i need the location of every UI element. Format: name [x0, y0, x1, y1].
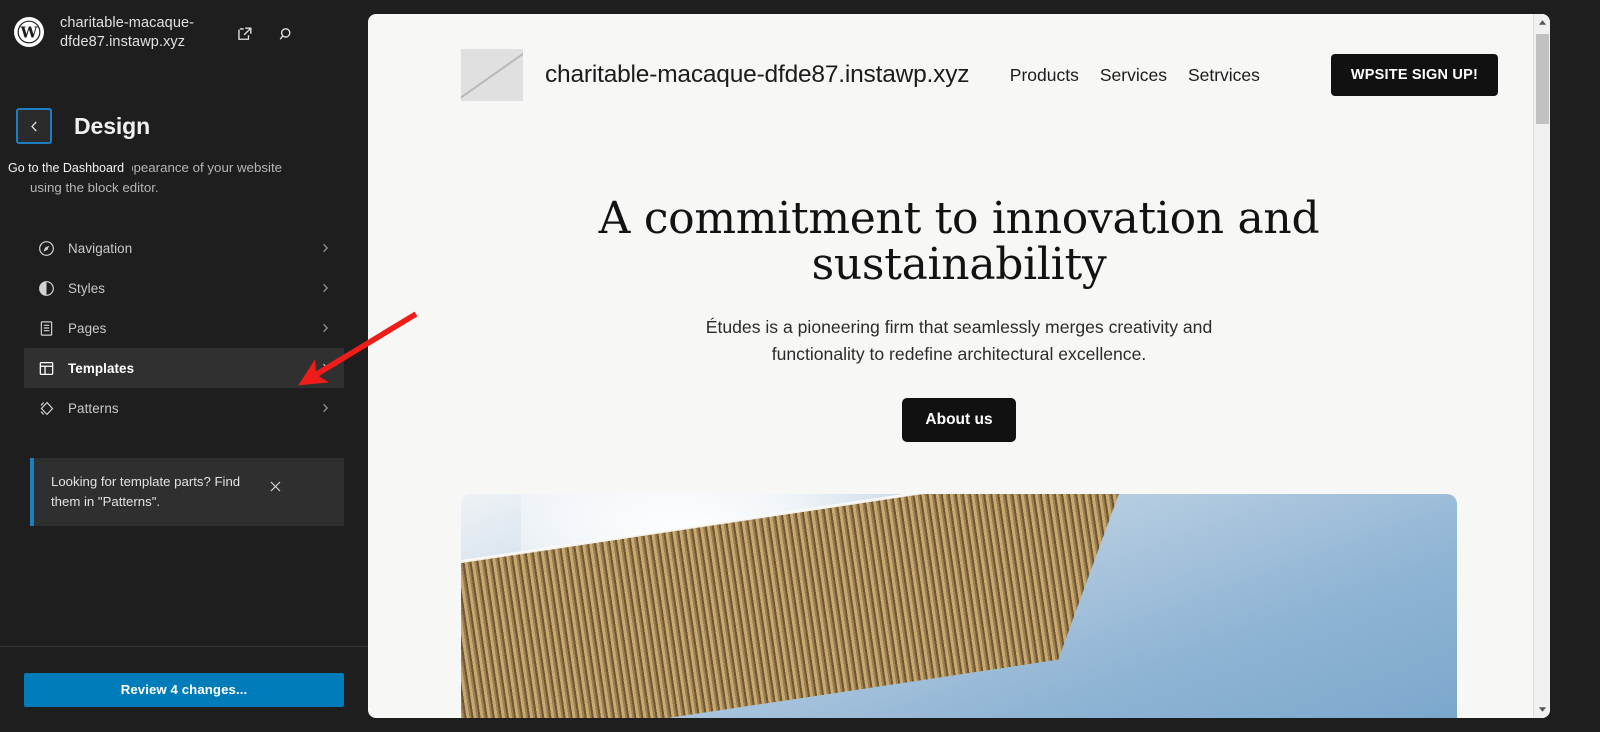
- preview-nav: Products Services Setrvices WPSITE SIGN …: [1010, 54, 1498, 96]
- hero-section: A commitment to innovation and sustainab…: [368, 106, 1550, 442]
- hero-image: [461, 493, 1457, 718]
- sidebar-item-label: Styles: [68, 280, 106, 296]
- go-to-dashboard-button[interactable]: [16, 108, 52, 144]
- page-title: Design: [74, 112, 151, 139]
- preview-site-header: charitable-macaque-dfde87.instawp.xyz Pr…: [368, 14, 1550, 106]
- hero-heading: A commitment to innovation and sustainab…: [598, 193, 1320, 290]
- svg-text:W: W: [19, 23, 38, 41]
- nav-link-services[interactable]: Services: [1100, 65, 1167, 86]
- review-changes-button[interactable]: Review 4 changes...: [24, 672, 344, 707]
- templates-layout-icon: [34, 356, 58, 380]
- template-parts-notice: Looking for template parts? Find them in…: [30, 458, 344, 526]
- sidebar-header: W charitable-macaque-dfde87.instawp.xyz: [0, 0, 368, 72]
- sidebar-item-label: Templates: [68, 360, 135, 376]
- sidebar-item-label: Navigation: [68, 240, 133, 256]
- sidebar-site-title: charitable-macaque-dfde87.instawp.xyz: [60, 15, 195, 50]
- patterns-diamond-icon: [34, 396, 58, 420]
- sidebar-footer: Review 4 changes...: [0, 646, 368, 732]
- sidebar-title-row: Design Go to the Dashboard: [0, 108, 368, 183]
- preview-site-name: charitable-macaque-dfde87.instawp.xyz: [545, 61, 970, 88]
- broken-image-placeholder-icon: [461, 49, 523, 101]
- sidebar-item-label: Patterns: [68, 400, 119, 416]
- chevron-right-icon: [318, 401, 332, 415]
- wordpress-logo-icon[interactable]: W: [14, 17, 44, 47]
- chevron-right-icon: [318, 321, 332, 335]
- pages-document-icon: [34, 316, 58, 340]
- navigation-compass-icon: [34, 236, 58, 260]
- about-us-button[interactable]: About us: [902, 397, 1016, 442]
- site-preview-canvas[interactable]: charitable-macaque-dfde87.instawp.xyz Pr…: [368, 14, 1550, 718]
- editor-sidebar: W charitable-macaque-dfde87.instawp.xyz: [0, 0, 368, 732]
- sidebar-header-actions: [230, 20, 300, 48]
- chevron-right-icon: [318, 281, 332, 295]
- nav-link-products[interactable]: Products: [1010, 65, 1079, 86]
- sidebar-item-templates[interactable]: Templates: [24, 348, 344, 388]
- notice-text: Looking for template parts? Find them in…: [51, 474, 241, 509]
- chevron-right-icon: [318, 241, 332, 255]
- scroll-up-arrow-icon[interactable]: [1534, 14, 1550, 31]
- close-icon[interactable]: [261, 472, 289, 500]
- dashboard-tooltip: Go to the Dashboard: [0, 155, 133, 183]
- canvas-scrollbar[interactable]: [1533, 14, 1550, 718]
- scrollbar-thumb[interactable]: [1536, 34, 1549, 124]
- wordpress-site-editor: W charitable-macaque-dfde87.instawp.xyz: [0, 0, 1600, 732]
- nav-link-setrvices[interactable]: Setrvices: [1188, 65, 1260, 86]
- hero-paragraph: Études is a pioneering firm that seamles…: [705, 316, 1213, 364]
- sidebar-item-pages[interactable]: Pages: [24, 308, 344, 348]
- sidebar-item-label: Pages: [68, 320, 107, 336]
- sidebar-item-patterns[interactable]: Patterns: [24, 388, 344, 428]
- external-link-icon[interactable]: [230, 20, 258, 48]
- sidebar-item-styles[interactable]: Styles: [24, 268, 344, 308]
- sidebar-item-navigation[interactable]: Navigation: [24, 228, 344, 268]
- scroll-down-arrow-icon[interactable]: [1534, 701, 1550, 718]
- sidebar-nav: Navigation Styles Pages Templates Patter…: [0, 228, 368, 428]
- signup-button[interactable]: WPSITE SIGN UP!: [1330, 54, 1498, 96]
- styles-contrast-icon: [34, 276, 58, 300]
- chevron-right-icon: [318, 361, 332, 375]
- search-icon[interactable]: [272, 20, 300, 48]
